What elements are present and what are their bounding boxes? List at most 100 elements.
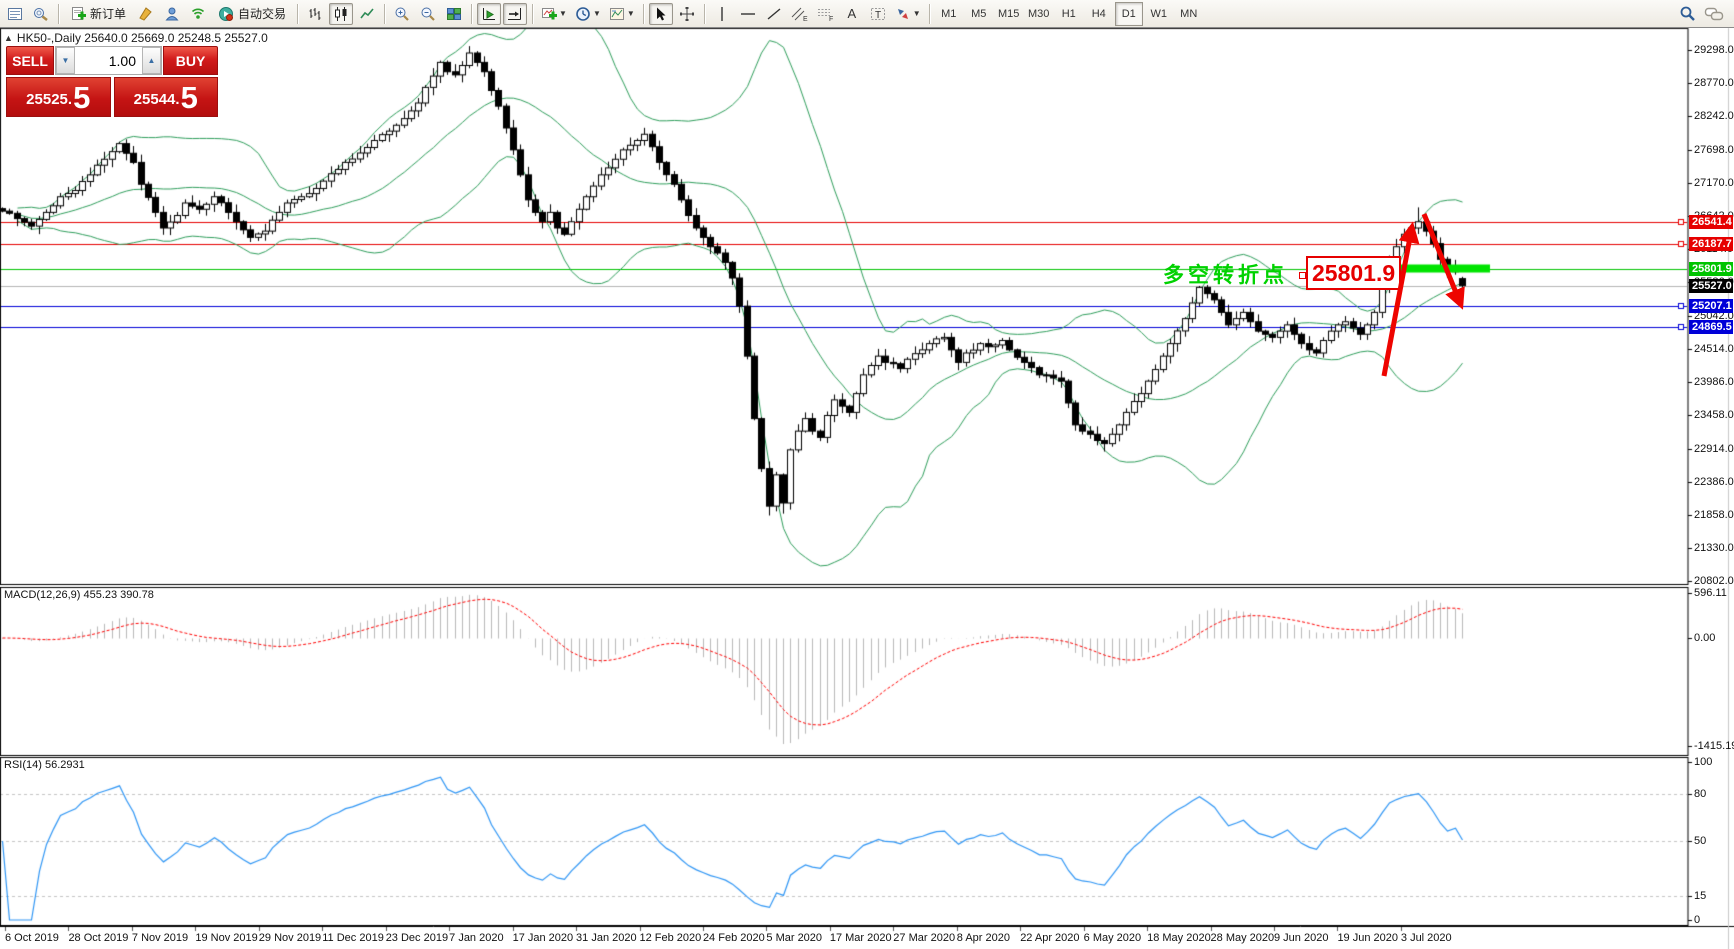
buy-price-panel[interactable]: 25544.5 — [114, 77, 219, 117]
autotrading-label: 自动交易 — [238, 5, 286, 22]
search-button[interactable] — [1675, 3, 1699, 25]
timeframe-button-d1[interactable]: D1 — [1115, 2, 1143, 26]
horizontal-line-icon — [740, 6, 756, 22]
date-axis-label: 9 Jun 2020 — [1274, 932, 1328, 944]
fibonacci-button[interactable]: F — [814, 3, 838, 25]
price-level-tag: 24869.5 — [1689, 320, 1733, 334]
line-chart-icon — [359, 6, 375, 22]
indicators-icon — [541, 6, 557, 22]
turning-point-price-box[interactable]: 25801.9 — [1306, 256, 1401, 290]
autotrading-button[interactable]: 自动交易 — [212, 3, 292, 25]
macd-tick-label: -1415.19 — [1694, 740, 1734, 752]
date-axis-label: 7 Nov 2019 — [132, 932, 188, 944]
timeframe-button-m30[interactable]: M30 — [1025, 2, 1053, 26]
volume-decrease-button[interactable]: ▼ — [56, 47, 75, 74]
macd-tick-label: 0.00 — [1694, 632, 1715, 644]
timeframe-button-mn[interactable]: MN — [1175, 2, 1203, 26]
price-tick-label: 22386.0 — [1694, 476, 1734, 488]
price-tick-label: 21858.0 — [1694, 509, 1734, 521]
candlestick-chart-button[interactable] — [329, 3, 353, 25]
text-tool-icon: A — [847, 6, 856, 21]
timeframe-button-m5[interactable]: M5 — [965, 2, 993, 26]
zoom-out-button[interactable] — [416, 3, 440, 25]
toolbar-separator — [929, 4, 930, 24]
svg-text:F: F — [829, 16, 833, 22]
text-label-icon: T — [869, 6, 887, 22]
price-tick-label: 28770.0 — [1694, 77, 1734, 89]
buy-price-main: 25544 — [134, 87, 176, 113]
sell-price-panel[interactable]: 25525.5 — [6, 77, 111, 117]
profiles-button[interactable] — [29, 3, 53, 25]
volume-increase-button[interactable]: ▲ — [142, 47, 161, 74]
indicators-button[interactable]: ▼ — [538, 3, 570, 25]
chat-button[interactable] — [1701, 3, 1727, 25]
main-toolbar: 新订单 自动交易 ▼ ▼ ▼ E F A T ▼ — [0, 0, 1734, 28]
date-axis-label: 6 Oct 2019 — [5, 932, 59, 944]
sell-button[interactable]: SELL — [6, 46, 54, 75]
rsi-tick-label: 50 — [1694, 835, 1706, 847]
shapes-button[interactable]: ▼ — [892, 3, 924, 25]
price-tick-label: 20802.0 — [1694, 575, 1734, 587]
templates-button[interactable]: ▼ — [606, 3, 638, 25]
price-level-tag: 26187.7 — [1689, 237, 1733, 251]
candlestick-chart-icon — [333, 6, 349, 22]
svg-text:E: E — [803, 16, 808, 22]
horizontal-line-button[interactable] — [736, 3, 760, 25]
buy-price-frac: 5 — [181, 82, 198, 113]
periods-button[interactable]: ▼ — [572, 3, 604, 25]
new-order-button[interactable]: 新订单 — [64, 3, 132, 25]
zoom-out-icon — [420, 6, 436, 22]
buy-button[interactable]: BUY — [163, 46, 218, 75]
date-axis-label: 5 Mar 2020 — [766, 932, 822, 944]
timeframe-button-h4[interactable]: H4 — [1085, 2, 1113, 26]
vertical-line-button[interactable] — [710, 3, 734, 25]
zoom-in-icon — [394, 6, 410, 22]
timeframe-button-m1[interactable]: M1 — [935, 2, 963, 26]
trendline-button[interactable] — [762, 3, 786, 25]
one-click-collapse-toggle[interactable]: ▲ — [4, 33, 13, 43]
timeframe-button-m15[interactable]: M15 — [995, 2, 1023, 26]
price-tick-label: 23986.0 — [1694, 376, 1734, 388]
sell-price-frac: 5 — [73, 82, 90, 113]
chart-shift-button[interactable] — [503, 3, 527, 25]
date-axis-label: 27 Mar 2020 — [893, 932, 955, 944]
sell-price-main: 25525 — [26, 87, 68, 113]
text-button[interactable]: A — [840, 3, 864, 25]
zoom-in-button[interactable] — [390, 3, 414, 25]
styler-button[interactable] — [134, 3, 158, 25]
equidistant-channel-button[interactable]: E — [788, 3, 812, 25]
crosshair-button[interactable] — [675, 3, 699, 25]
date-axis-label: 28 May 2020 — [1211, 932, 1275, 944]
date-axis-label: 8 Apr 2020 — [957, 932, 1010, 944]
timeframe-button-h1[interactable]: H1 — [1055, 2, 1083, 26]
signals-button[interactable] — [186, 3, 210, 25]
auto-scroll-button[interactable] — [477, 3, 501, 25]
timeframe-button-w1[interactable]: W1 — [1145, 2, 1173, 26]
price-level-tag: 25527.0 — [1689, 279, 1733, 293]
template-icon — [609, 6, 625, 22]
volume-input[interactable] — [75, 47, 142, 74]
cursor-button[interactable] — [649, 3, 673, 25]
toolbar-separator — [58, 4, 59, 24]
sell-price-dot: . — [68, 87, 72, 113]
dropdown-arrow-icon: ▼ — [627, 9, 635, 18]
community-button[interactable] — [160, 3, 184, 25]
price-chart-canvas[interactable] — [0, 0, 1734, 949]
rsi-tick-label: 15 — [1694, 890, 1706, 902]
search-icon — [1679, 5, 1696, 22]
bar-chart-button[interactable] — [303, 3, 327, 25]
toolbar-separator — [297, 4, 298, 24]
tile-windows-button[interactable] — [442, 3, 466, 25]
text-label-button[interactable]: T — [866, 3, 890, 25]
chart-area: ▲ HK50-,Daily 25640.0 25669.0 25248.5 25… — [0, 28, 1734, 949]
charts-list-button[interactable] — [3, 3, 27, 25]
macd-label: MACD(12,26,9) 455.23 390.78 — [4, 589, 154, 601]
price-tick-label: 27698.0 — [1694, 144, 1734, 156]
vertical-line-icon — [715, 6, 729, 22]
turning-point-annotation[interactable]: 多空转折点 — [1163, 259, 1288, 289]
bar-chart-icon — [307, 6, 323, 22]
dropdown-arrow-icon: ▼ — [913, 9, 921, 18]
chart-title: HK50-,Daily 25640.0 25669.0 25248.5 2552… — [17, 31, 268, 45]
price-tick-label: 27170.0 — [1694, 177, 1734, 189]
line-chart-button[interactable] — [355, 3, 379, 25]
